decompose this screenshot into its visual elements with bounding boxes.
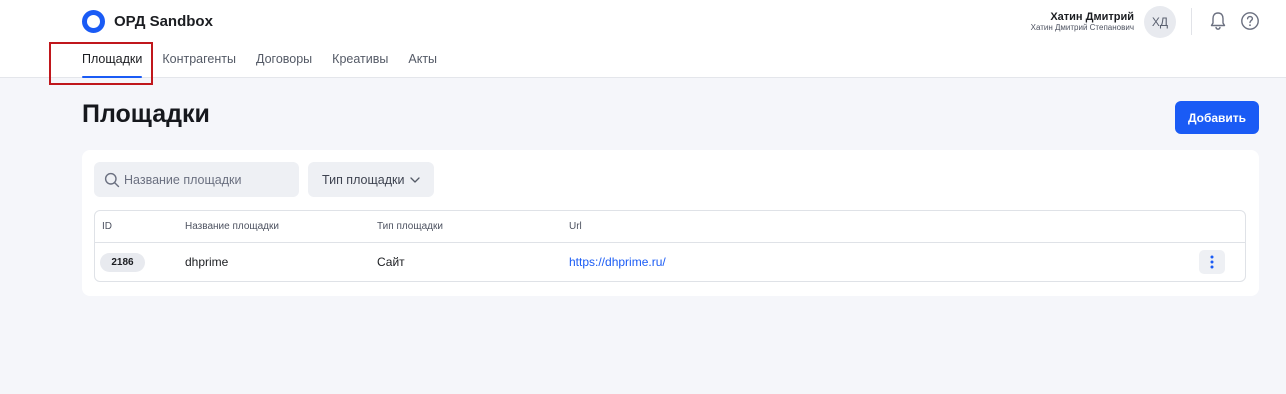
tab-acts[interactable]: Акты — [408, 52, 437, 78]
row-actions-button[interactable] — [1199, 250, 1225, 274]
user-info[interactable]: Хатин Дмитрий Хатин Дмитрий Степанович — [1031, 11, 1134, 33]
user-full-name: Хатин Дмитрий Степанович — [1030, 23, 1134, 32]
search-box[interactable] — [94, 162, 299, 197]
search-input[interactable] — [124, 172, 294, 187]
tab-contracts[interactable]: Договоры — [256, 52, 312, 78]
search-icon — [104, 172, 120, 187]
tab-platforms[interactable]: Площадки — [82, 52, 143, 78]
page-title: Площадки — [82, 100, 210, 128]
main-nav: Площадки Контрагенты Договоры Креативы А… — [82, 52, 457, 78]
help-icon[interactable] — [1240, 11, 1260, 31]
column-header-url[interactable]: Url — [569, 211, 582, 243]
tab-creatives[interactable]: Креативы — [332, 52, 388, 78]
add-button[interactable]: Добавить — [1175, 101, 1259, 134]
logo[interactable]: ОРД Sandbox — [82, 10, 213, 33]
divider — [1191, 8, 1192, 35]
bell-icon[interactable] — [1209, 11, 1227, 31]
user-name: Хатин Дмитрий — [1050, 11, 1134, 23]
app-title: ОРД Sandbox — [114, 13, 213, 30]
column-header-name[interactable]: Название площадки — [185, 211, 279, 243]
logo-icon — [82, 10, 105, 33]
platforms-card: Тип площадки ID Название площадки Тип пл… — [82, 150, 1259, 296]
column-header-id[interactable]: ID — [102, 211, 112, 243]
id-badge: 2186 — [100, 253, 145, 272]
platforms-table: ID Название площадки Тип площадки Url 21… — [94, 210, 1246, 282]
platform-name: dhprime — [185, 255, 229, 269]
avatar[interactable]: ХД — [1144, 6, 1176, 38]
table-row[interactable]: 2186 dhprime Сайт https://dhprime.ru/ — [95, 243, 1245, 281]
platform-url-link[interactable]: https://dhprime.ru/ — [569, 255, 666, 269]
platform-type-filter[interactable]: Тип площадки — [308, 162, 434, 197]
more-vertical-icon — [1210, 255, 1214, 269]
top-bar: ОРД Sandbox Хатин Дмитрий Хатин Дмитрий … — [0, 0, 1286, 78]
platform-type-filter-label: Тип площадки — [322, 172, 405, 187]
table-header: ID Название площадки Тип площадки Url — [95, 211, 1245, 243]
platform-type: Сайт — [377, 255, 405, 269]
tab-counterparties[interactable]: Контрагенты — [162, 52, 236, 78]
column-header-type[interactable]: Тип площадки — [377, 211, 443, 243]
chevron-down-icon — [410, 176, 421, 183]
